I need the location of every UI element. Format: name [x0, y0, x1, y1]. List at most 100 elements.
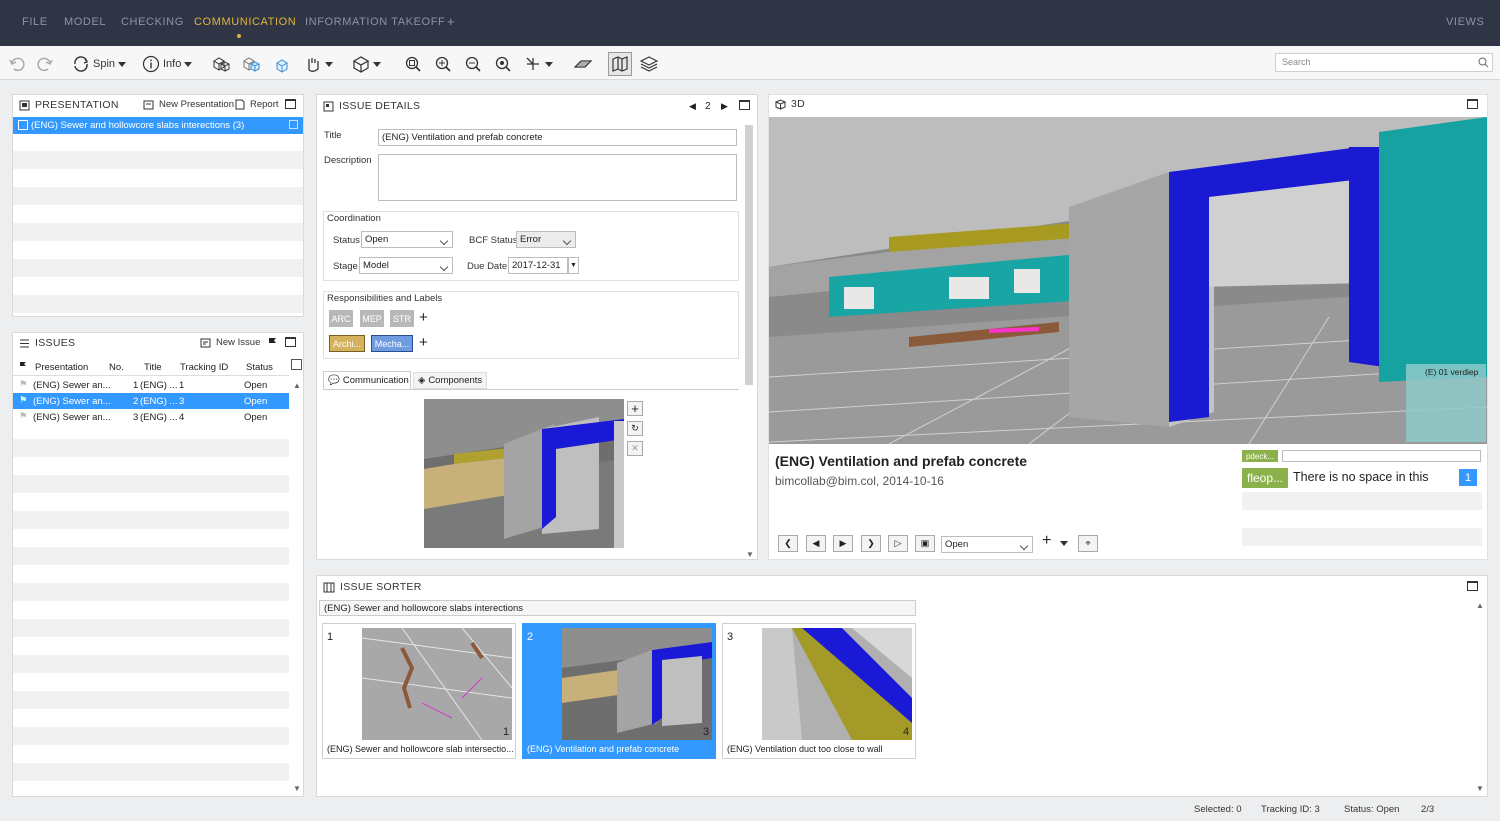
chevron-down-icon[interactable] [1060, 541, 1068, 546]
zoom-selection-icon[interactable] [494, 54, 512, 74]
sorter-group-header[interactable]: (ENG) Sewer and hollowcore slabs interec… [319, 600, 916, 616]
zoom-in-icon[interactable] [434, 54, 452, 74]
table-row[interactable]: ⚑ (ENG) Sewer an... 2 (ENG) ... 3 Open [13, 393, 289, 409]
column-presentation[interactable]: Presentation [35, 362, 88, 373]
issue-details-title: ISSUE DETAILS [339, 100, 421, 112]
scroll-up-icon[interactable]: ▲ [1476, 601, 1484, 610]
scroll-up-icon[interactable]: ▲ [293, 381, 301, 390]
maximize-icon[interactable] [1467, 99, 1478, 109]
add-viewpoint-icon[interactable]: + [627, 401, 643, 416]
pin-icon[interactable]: ⌖ [1078, 535, 1098, 552]
bcf-status-select[interactable]: Error [516, 231, 576, 248]
model-3d-viewport[interactable] [769, 117, 1487, 444]
new-issue-button[interactable]: New Issue [200, 337, 260, 348]
zoom-out-icon[interactable] [464, 54, 482, 74]
tab-communication[interactable]: 💬 Communication [323, 371, 411, 389]
menu-model[interactable]: MODEL [64, 16, 106, 28]
first-viewpoint-icon[interactable]: ❮ [778, 535, 798, 552]
redo-icon[interactable] [36, 54, 54, 74]
title-field[interactable]: (ENG) Ventilation and prefab concrete [378, 129, 737, 146]
menu-checking[interactable]: CHECKING [121, 16, 184, 28]
menu-views[interactable]: VIEWS [1446, 16, 1484, 28]
boxes-icon[interactable] [212, 54, 230, 74]
column-chooser-icon[interactable] [291, 359, 302, 370]
search-icon[interactable] [1478, 57, 1489, 71]
maximize-icon[interactable] [1467, 581, 1478, 591]
add-responsibility-icon[interactable]: + [419, 310, 428, 325]
scroll-down-icon[interactable]: ▼ [1476, 784, 1484, 793]
cube-icon[interactable] [352, 54, 381, 74]
details-scrollbar[interactable] [745, 125, 753, 385]
tag-arc[interactable]: ARC [329, 310, 353, 327]
play-icon[interactable]: ▷ [888, 535, 908, 552]
comment-count-badge[interactable]: 1 [1459, 469, 1477, 486]
select-tool-icon[interactable] [524, 54, 553, 74]
flag-icon[interactable]: ⚑ [19, 411, 28, 422]
spin-button[interactable]: Spin [72, 54, 127, 74]
issue-card[interactable]: 1 1 (ENG) Sewer and hollowcore slab inte… [322, 623, 516, 759]
tag-mep[interactable]: MEP [360, 310, 384, 327]
tab-components[interactable]: ◈ Components [413, 372, 487, 389]
new-presentation-button[interactable]: New Presentation [143, 99, 234, 110]
tag-str[interactable]: STR [390, 310, 414, 327]
screenshot-icon[interactable]: ▣ [915, 535, 935, 552]
refresh-viewpoint-icon[interactable]: ↻ [627, 421, 643, 436]
scroll-down-icon[interactable]: ▼ [293, 784, 301, 793]
menu-communication[interactable]: COMMUNICATION [194, 16, 296, 28]
presentation-item[interactable]: (ENG) Sewer and hollowcore slabs interec… [13, 117, 303, 134]
zoom-fit-icon[interactable] [404, 54, 422, 74]
column-no[interactable]: No. [109, 362, 124, 373]
issue-card[interactable]: 2 3 (ENG) Ventilation and prefab concret… [522, 623, 716, 759]
menu-bar: FILE MODEL CHECKING COMMUNICATION INFORM… [0, 0, 1500, 46]
hand-icon[interactable] [304, 54, 333, 74]
delete-viewpoint-icon[interactable]: ✕ [627, 441, 643, 456]
flag-column-icon[interactable] [19, 361, 27, 374]
flag-icon[interactable] [268, 337, 277, 351]
prev-issue-icon[interactable]: ◀ [689, 101, 696, 112]
map-icon[interactable] [608, 52, 632, 76]
column-title[interactable]: Title [144, 362, 162, 373]
hide-icon[interactable] [272, 54, 290, 74]
search-input[interactable]: Search [1275, 53, 1493, 72]
comment-input[interactable] [1282, 450, 1481, 462]
issue-details-header: ISSUE DETAILS [323, 100, 420, 112]
undo-icon[interactable] [8, 54, 26, 74]
isolate-icon[interactable] [242, 54, 260, 74]
last-viewpoint-icon[interactable]: ❯ [861, 535, 881, 552]
add-label-icon[interactable]: + [419, 335, 428, 350]
status-select[interactable]: Open [361, 231, 453, 248]
add-tab-button[interactable]: + [447, 14, 455, 29]
scroll-down-icon[interactable]: ▼ [746, 550, 754, 559]
viewpoint-snapshot[interactable] [424, 399, 624, 548]
menu-information-takeoff[interactable]: INFORMATION TAKEOFF [305, 16, 445, 28]
menu-file[interactable]: FILE [22, 16, 48, 28]
column-tracking-id[interactable]: Tracking ID [180, 362, 228, 373]
maximize-icon[interactable] [285, 99, 296, 109]
viewpoint-status-select[interactable]: Open [941, 536, 1033, 553]
edit-icon[interactable] [289, 120, 298, 129]
label-mecha[interactable]: Mecha... [371, 335, 413, 352]
stage-select[interactable]: Model [359, 257, 453, 274]
section-plane-icon[interactable] [574, 54, 592, 74]
add-icon[interactable]: + [1042, 533, 1051, 549]
issue-card[interactable]: 3 4 (ENG) Ventilation duct too close to … [722, 623, 916, 759]
column-status[interactable]: Status [246, 362, 273, 373]
table-row[interactable]: ⚑ (ENG) Sewer an... 1 (ENG) ... 1 Open [13, 377, 289, 393]
next-viewpoint-icon[interactable]: ▶ [833, 535, 853, 552]
maximize-icon[interactable] [285, 337, 296, 347]
info-button[interactable]: Info [142, 54, 193, 74]
flag-icon[interactable]: ⚑ [19, 395, 28, 406]
prev-viewpoint-icon[interactable]: ◀ [806, 535, 826, 552]
maximize-icon[interactable] [739, 100, 750, 110]
next-issue-icon[interactable]: ▶ [721, 101, 728, 112]
calendar-dropdown-icon[interactable]: ▼ [568, 257, 579, 274]
description-field[interactable] [378, 154, 737, 201]
table-row[interactable]: ⚑ (ENG) Sewer an... 3 (ENG) ... 4 Open [13, 409, 289, 425]
due-date-field[interactable]: 2017-12-31 [508, 257, 568, 274]
layers-icon[interactable] [640, 54, 658, 74]
comment-tag-small[interactable]: pdeck... [1242, 450, 1278, 462]
report-button[interactable]: Report [235, 99, 279, 110]
flag-icon[interactable]: ⚑ [19, 379, 28, 390]
comment-list [1242, 492, 1482, 552]
label-archi[interactable]: Archi... [329, 335, 365, 352]
